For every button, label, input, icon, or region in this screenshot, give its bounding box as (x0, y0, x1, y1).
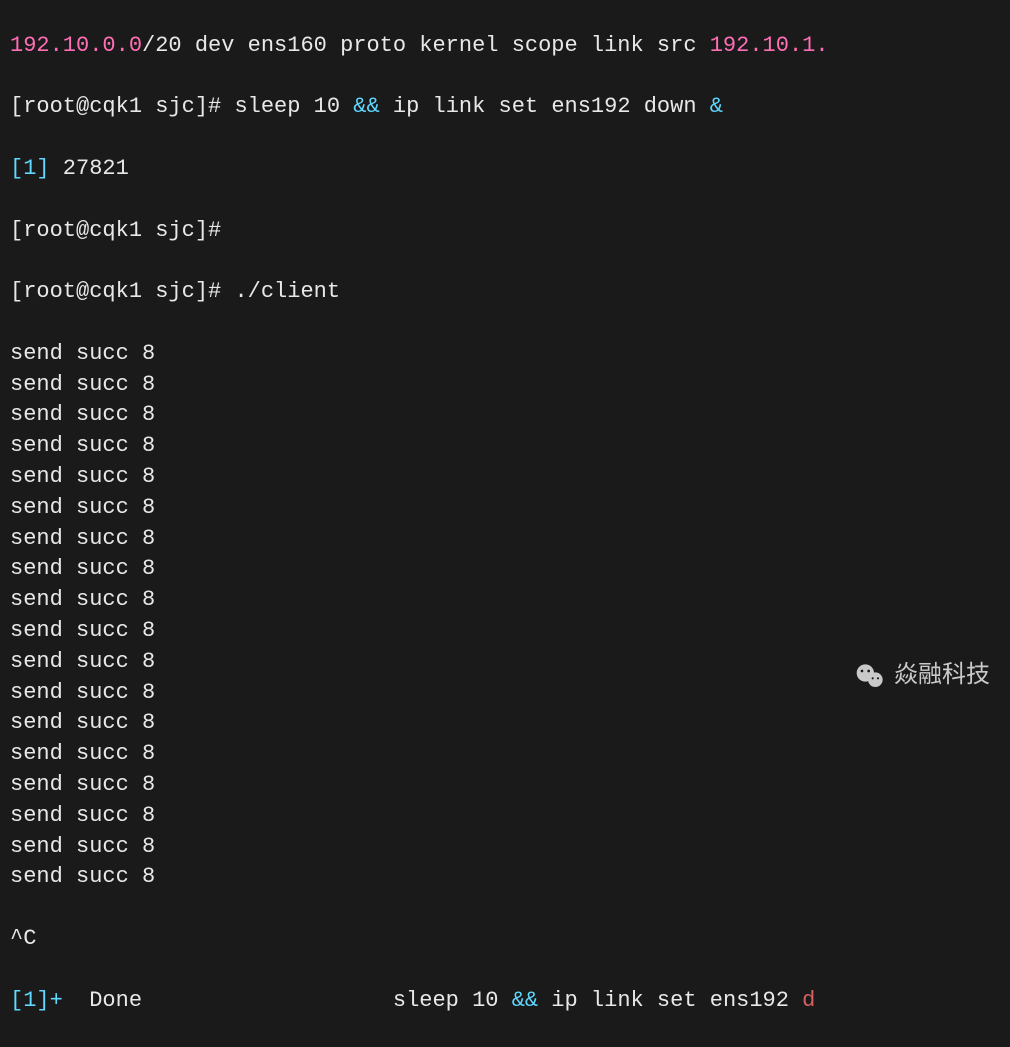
send-succ-line: send succ 8 (10, 400, 1000, 431)
send-succ-line: send succ 8 (10, 462, 1000, 493)
partial-top-line: 192.10.0.0/20 dev ens160 proto kernel sc… (10, 31, 1000, 62)
job-bg-line: [1] 27821 (10, 154, 1000, 185)
send-succ-line: send succ 8 (10, 431, 1000, 462)
send-succ-line: send succ 8 (10, 801, 1000, 832)
send-succ-line: send succ 8 (10, 678, 1000, 709)
send-succ-line: send succ 8 (10, 647, 1000, 678)
watermark-text: 焱融科技 (894, 660, 990, 694)
send-succ-line: send succ 8 (10, 862, 1000, 893)
send-output-block: send succ 8send succ 8send succ 8send su… (10, 339, 1000, 893)
done-line: [1]+ Done sleep 10 && ip link set ens192… (10, 986, 1000, 1017)
prompt-empty: [root@cqk1 sjc]# (10, 216, 1000, 247)
wechat-icon (854, 661, 886, 693)
send-succ-line: send succ 8 (10, 616, 1000, 647)
send-succ-line: send succ 8 (10, 770, 1000, 801)
watermark: 焱融科技 (854, 660, 990, 694)
send-succ-line: send succ 8 (10, 370, 1000, 401)
command-line-1: [root@cqk1 sjc]# sleep 10 && ip link set… (10, 92, 1000, 123)
ip-fragment: 192.10.0.0 (10, 33, 142, 58)
interrupt-line: ^C (10, 924, 1000, 955)
send-succ-line: send succ 8 (10, 554, 1000, 585)
send-succ-line: send succ 8 (10, 832, 1000, 863)
terminal-output[interactable]: 192.10.0.0/20 dev ens160 proto kernel sc… (10, 0, 1000, 1047)
send-succ-line: send succ 8 (10, 493, 1000, 524)
send-succ-line: send succ 8 (10, 339, 1000, 370)
command-line-client: [root@cqk1 sjc]# ./client (10, 277, 1000, 308)
send-succ-line: send succ 8 (10, 524, 1000, 555)
send-succ-line: send succ 8 (10, 585, 1000, 616)
send-succ-line: send succ 8 (10, 739, 1000, 770)
